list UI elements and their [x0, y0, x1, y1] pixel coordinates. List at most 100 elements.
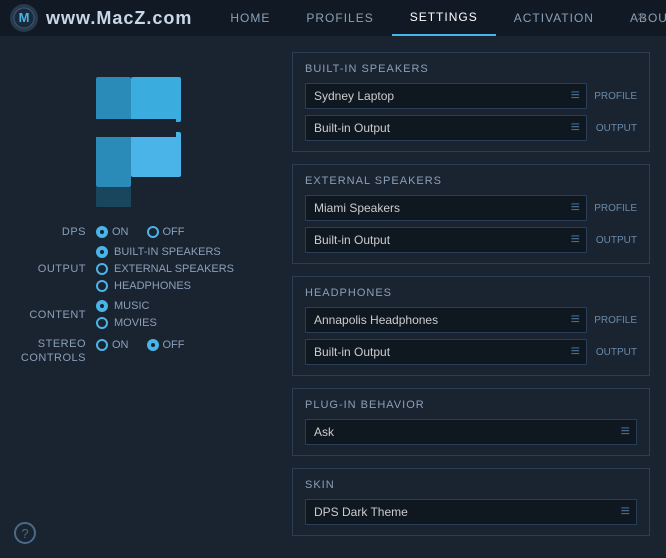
nav-settings[interactable]: SETTINGS: [392, 0, 496, 36]
stereo-on-label: ON: [112, 339, 129, 351]
output-speakers-label: BUILT-IN SPEAKERS: [114, 246, 221, 258]
built-in-output-row: Built-in Output OUTPUT: [305, 115, 637, 141]
headphones-output-tag: OUTPUT: [593, 347, 637, 358]
external-speakers-section: EXTERNAL SPEAKERS Miami Speakers PROFILE…: [292, 164, 650, 264]
output-options: BUILT-IN SPEAKERS EXTERNAL SPEAKERS HEAD…: [96, 246, 234, 292]
built-in-profile-dropdown[interactable]: Sydney Laptop: [305, 83, 587, 109]
external-profile-value: Miami Speakers: [314, 201, 400, 215]
content-label: CONTENT: [16, 309, 86, 321]
content-row: CONTENT MUSIC MOVIES: [16, 300, 276, 329]
output-external-label: EXTERNAL SPEAKERS: [114, 263, 234, 275]
external-profile-row: Miami Speakers PROFILE: [305, 195, 637, 221]
left-panel: DPS ON OFF OUTPUT: [16, 52, 276, 542]
built-in-speakers-title: BUILT-IN SPEAKERS: [305, 63, 637, 75]
content-options: MUSIC MOVIES: [96, 300, 157, 329]
skin-value: DPS Dark Theme: [314, 505, 408, 519]
plugin-behavior-section: PLUG-IN BEHAVIOR Ask: [292, 388, 650, 456]
dps-row: DPS ON OFF: [16, 226, 276, 238]
content-movies-label: MOVIES: [114, 317, 157, 329]
headphones-profile-menu-icon: [571, 311, 580, 329]
built-in-profile-tag: PROFILE: [593, 91, 637, 102]
external-output-row: Built-in Output OUTPUT: [305, 227, 637, 253]
content-music-option[interactable]: MUSIC: [96, 300, 157, 312]
title-bar: M www.MacZ.com HOME PROFILES SETTINGS AC…: [0, 0, 666, 36]
plugin-behavior-dropdown[interactable]: Ask: [305, 419, 637, 445]
headphones-profile-tag: PROFILE: [593, 315, 637, 326]
built-in-profile-row: Sydney Laptop PROFILE: [305, 83, 637, 109]
headphones-output-value: Built-in Output: [314, 345, 390, 359]
headphones-profile-value: Annapolis Headphones: [314, 313, 438, 327]
main-nav: HOME PROFILES SETTINGS ACTIVATION ABOUT: [212, 0, 666, 36]
external-speakers-title: EXTERNAL SPEAKERS: [305, 175, 637, 187]
built-in-output-value: Built-in Output: [314, 121, 390, 135]
dps-on-radio[interactable]: [96, 226, 108, 238]
external-profile-tag: PROFILE: [593, 203, 637, 214]
controls-section: DPS ON OFF OUTPUT: [16, 226, 276, 374]
external-output-value: Built-in Output: [314, 233, 390, 247]
app-logo: M: [10, 4, 38, 32]
content-music-label: MUSIC: [114, 300, 149, 312]
output-headphones-option[interactable]: HEADPHONES: [96, 280, 234, 292]
stereo-toggle-group: ON OFF: [96, 339, 185, 351]
dps-off-button[interactable]: OFF: [147, 226, 185, 238]
content-movies-radio[interactable]: [96, 317, 108, 329]
svg-text:M: M: [19, 10, 30, 25]
stereo-on-radio[interactable]: [96, 339, 108, 351]
stereo-on-button[interactable]: ON: [96, 339, 129, 351]
stereo-row: STEREOCONTROLS ON OFF: [16, 337, 276, 366]
output-row: OUTPUT BUILT-IN SPEAKERS EXTERNAL SPEAKE…: [16, 246, 276, 292]
external-output-dropdown[interactable]: Built-in Output: [305, 227, 587, 253]
plugin-behavior-menu-icon: [621, 423, 630, 441]
stereo-off-button[interactable]: OFF: [147, 339, 185, 351]
headphones-output-row: Built-in Output OUTPUT: [305, 339, 637, 365]
dps-off-label: OFF: [163, 226, 185, 238]
stereo-label: STEREOCONTROLS: [16, 337, 86, 366]
stereo-off-label: OFF: [163, 339, 185, 351]
output-external-option[interactable]: EXTERNAL SPEAKERS: [96, 263, 234, 275]
brand-logo-large: [66, 52, 226, 212]
content-movies-option[interactable]: MOVIES: [96, 317, 157, 329]
output-headphones-radio[interactable]: [96, 280, 108, 292]
external-output-menu-icon: [571, 231, 580, 249]
nav-profiles[interactable]: PROFILES: [288, 0, 391, 36]
nav-home[interactable]: HOME: [212, 0, 288, 36]
dps-on-label: ON: [112, 226, 129, 238]
headphones-output-menu-icon: [571, 343, 580, 361]
dps-label: DPS: [16, 226, 86, 238]
output-headphones-label: HEADPHONES: [114, 280, 191, 292]
skin-section: SKIN DPS Dark Theme: [292, 468, 650, 536]
headphones-profile-dropdown[interactable]: Annapolis Headphones: [305, 307, 587, 333]
skin-menu-icon: [621, 503, 630, 521]
dps-toggle-group: ON OFF: [96, 226, 185, 238]
built-in-output-dropdown[interactable]: Built-in Output: [305, 115, 587, 141]
headphones-output-dropdown[interactable]: Built-in Output: [305, 339, 587, 365]
help-button[interactable]: ?: [14, 522, 36, 544]
dps-on-button[interactable]: ON: [96, 226, 129, 238]
right-panel: BUILT-IN SPEAKERS Sydney Laptop PROFILE …: [292, 52, 650, 542]
plugin-behavior-row: Ask: [305, 419, 637, 445]
skin-row: DPS Dark Theme: [305, 499, 637, 525]
built-in-output-tag: OUTPUT: [593, 123, 637, 134]
built-in-profile-menu-icon: [571, 87, 580, 105]
nav-activation[interactable]: ACTIVATION: [496, 0, 612, 36]
built-in-speakers-section: BUILT-IN SPEAKERS Sydney Laptop PROFILE …: [292, 52, 650, 152]
built-in-output-menu-icon: [571, 119, 580, 137]
skin-title: SKIN: [305, 479, 637, 491]
content-music-radio[interactable]: [96, 300, 108, 312]
plugin-behavior-value: Ask: [314, 425, 334, 439]
dps-off-radio[interactable]: [147, 226, 159, 238]
stereo-off-radio[interactable]: [147, 339, 159, 351]
site-title: www.MacZ.com: [46, 8, 192, 29]
output-external-radio[interactable]: [96, 263, 108, 275]
headphones-section: HEADPHONES Annapolis Headphones PROFILE …: [292, 276, 650, 376]
headphones-profile-row: Annapolis Headphones PROFILE: [305, 307, 637, 333]
output-label: OUTPUT: [16, 263, 86, 275]
skin-dropdown[interactable]: DPS Dark Theme: [305, 499, 637, 525]
output-speakers-radio[interactable]: [96, 246, 108, 258]
headphones-title: HEADPHONES: [305, 287, 637, 299]
output-speakers-option[interactable]: BUILT-IN SPEAKERS: [96, 246, 234, 258]
main-content: DPS ON OFF OUTPUT: [0, 36, 666, 558]
external-profile-dropdown[interactable]: Miami Speakers: [305, 195, 587, 221]
close-button[interactable]: ×: [629, 5, 654, 31]
external-profile-menu-icon: [571, 199, 580, 217]
